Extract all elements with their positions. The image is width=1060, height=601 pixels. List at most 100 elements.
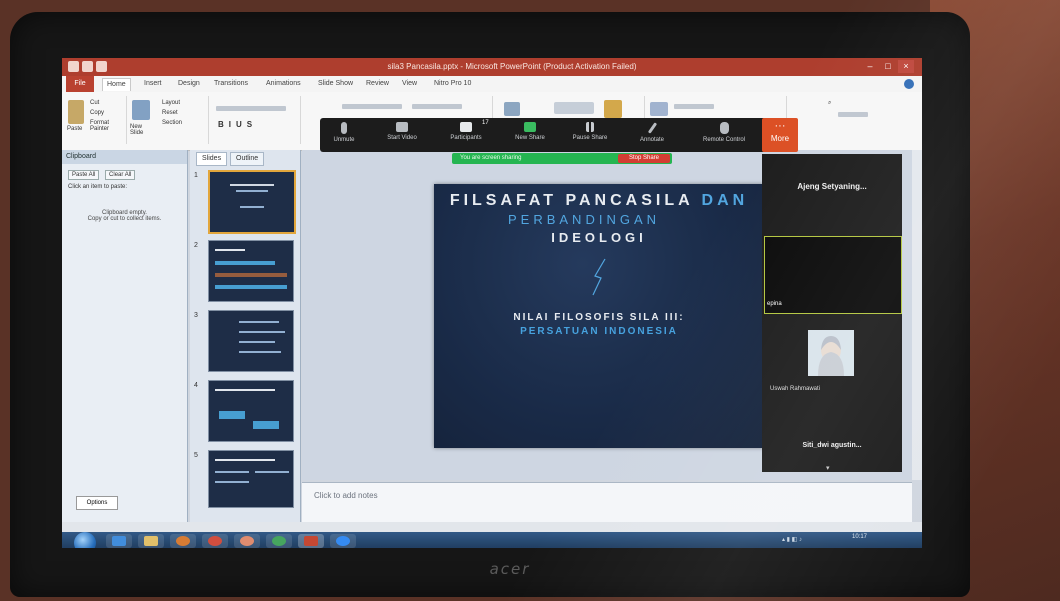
section-button[interactable]: Section [162, 120, 182, 126]
participant-avatar [808, 330, 854, 376]
slide-thumbnail-2[interactable] [208, 240, 294, 302]
vertical-scrollbar[interactable] [912, 150, 922, 480]
tab-transitions[interactable]: Transitions [210, 78, 252, 90]
status-bar [62, 522, 922, 532]
tab-review[interactable]: Review [362, 78, 393, 90]
tab-nitro-pro[interactable]: Nitro Pro 10 [430, 78, 475, 90]
slide-thumbnail-4[interactable] [208, 380, 294, 442]
slide-subtitle-line2: PERSATUAN INDONESIA [520, 326, 678, 337]
reset-button[interactable]: Reset [162, 110, 178, 116]
paste-button[interactable]: Paste [67, 126, 82, 132]
taskbar-clock[interactable]: 10:17 [852, 534, 867, 540]
clear-all-button[interactable]: Clear All [105, 170, 136, 180]
remote-control-icon [719, 122, 729, 134]
replace-control [838, 112, 868, 117]
tab-insert[interactable]: Insert [140, 78, 166, 90]
start-video-button[interactable]: Start Video [382, 122, 422, 150]
help-icon[interactable] [904, 79, 914, 89]
clipboard-empty-message: Clipboard empty. Copy or cut to collect … [72, 210, 177, 222]
tab-file[interactable]: File [66, 76, 94, 92]
paragraph-controls [342, 104, 402, 109]
taskbar-app[interactable] [330, 534, 356, 548]
participants-button[interactable]: Participants [446, 122, 486, 150]
clipboard-options-button[interactable]: Options [76, 496, 118, 510]
share-screen-icon [524, 122, 536, 132]
new-slide-icon[interactable] [132, 100, 150, 120]
taskbar-app[interactable] [266, 534, 292, 548]
taskbar-app[interactable] [138, 534, 164, 548]
current-slide[interactable]: FILSAFAT PANCASILA DAN PERBANDINGAN IDEO… [434, 184, 764, 448]
slide-title-blue: DAN [701, 192, 749, 209]
stop-share-button[interactable]: Stop Share [618, 154, 670, 163]
tab-outline[interactable]: Outline [230, 152, 265, 166]
new-slide-button[interactable]: New Slide [130, 124, 156, 136]
tab-design[interactable]: Design [174, 78, 204, 90]
font-style-buttons[interactable]: BIUS [218, 120, 257, 129]
system-tray[interactable]: ▴ ▮ ◧ ♪ [782, 536, 802, 543]
redo-icon[interactable] [96, 61, 107, 72]
unmute-button[interactable]: Unmute [324, 122, 364, 150]
shapes-icon[interactable] [504, 102, 520, 116]
close-icon[interactable]: × [898, 60, 914, 73]
paste-icon[interactable] [68, 100, 84, 124]
font-group: BIUS [210, 96, 301, 144]
taskbar-app[interactable] [234, 534, 260, 548]
paste-all-button[interactable]: Paste All [68, 170, 100, 180]
chevron-down-icon[interactable]: ▾ [826, 464, 830, 472]
slide-title-line1: FILSAFAT PANCASILA DAN [434, 192, 764, 210]
slides-pane: Slides Outline 1 2 3 4 5 [190, 150, 301, 530]
copy-button[interactable]: Copy [90, 110, 104, 116]
remote-control-button[interactable]: Remote Control [698, 122, 750, 150]
slide-thumbnail-1[interactable] [208, 170, 296, 234]
arrange-icon[interactable] [604, 100, 622, 118]
tab-home[interactable]: Home [102, 78, 131, 91]
chrome-icon [272, 536, 286, 546]
taskbar-app[interactable] [106, 534, 132, 548]
tab-slides[interactable]: Slides [196, 152, 228, 166]
save-icon[interactable] [68, 61, 79, 72]
cut-button[interactable]: Cut [90, 100, 99, 106]
tab-view[interactable]: View [398, 78, 421, 90]
media-icon [176, 536, 190, 546]
annotate-button[interactable]: Annotate [632, 122, 672, 150]
chrome-icon [208, 536, 222, 546]
pause-icon [586, 122, 594, 132]
participant-video-panel: Ajeng Setyaning... epina Uswah Rahmawati… [762, 154, 902, 472]
tab-slide-show[interactable]: Slide Show [314, 78, 357, 90]
editing-group: ⌕ [788, 96, 918, 144]
more-button[interactable]: ··· More [762, 118, 798, 152]
find-button[interactable]: ⌕ [828, 100, 831, 107]
start-video-label: Start Video [387, 135, 417, 141]
slide-number: 3 [194, 312, 198, 319]
layout-button[interactable]: Layout [162, 100, 180, 106]
taskbar-app-active[interactable] [298, 534, 324, 548]
laptop-screen: sila3 Pancasila.pptx - Microsoft PowerPo… [62, 58, 922, 548]
slide-thumbnail-5[interactable] [208, 450, 294, 508]
format-painter-button[interactable]: Format Painter [90, 120, 126, 132]
participant-name[interactable]: Ajeng Setyaning... [762, 182, 902, 191]
more-icon: ··· [774, 120, 786, 132]
font-name-box[interactable] [216, 106, 286, 111]
zoom-share-toolbar: Unmute Start Video Participants 17 New S… [320, 118, 790, 152]
zoom-icon [336, 536, 350, 546]
slides-group: New Slide Layout Reset Section [128, 96, 209, 144]
participant-name: epina [767, 301, 782, 307]
start-button[interactable] [74, 532, 96, 548]
undo-icon[interactable] [82, 61, 93, 72]
participant-name[interactable]: Siti_dwi agustin... [762, 442, 902, 449]
shape-fill-icon[interactable] [650, 102, 668, 116]
quick-styles-icon[interactable] [554, 102, 594, 114]
new-share-button[interactable]: New Share [510, 122, 550, 150]
pause-share-button[interactable]: Pause Share [570, 122, 610, 150]
slide-thumbnail-3[interactable] [208, 310, 294, 372]
notes-pane[interactable]: Click to add notes [302, 482, 912, 523]
shape-outline-control [674, 104, 714, 109]
taskbar-app[interactable] [170, 534, 196, 548]
explorer-icon [144, 536, 158, 546]
participant-video-tile[interactable]: epina [764, 236, 902, 314]
taskbar-app[interactable] [202, 534, 228, 548]
tab-animations[interactable]: Animations [262, 78, 305, 90]
minimize-icon[interactable]: – [862, 60, 878, 73]
maximize-icon[interactable]: □ [880, 60, 896, 73]
window-title: sila3 Pancasila.pptx - Microsoft PowerPo… [387, 62, 637, 71]
